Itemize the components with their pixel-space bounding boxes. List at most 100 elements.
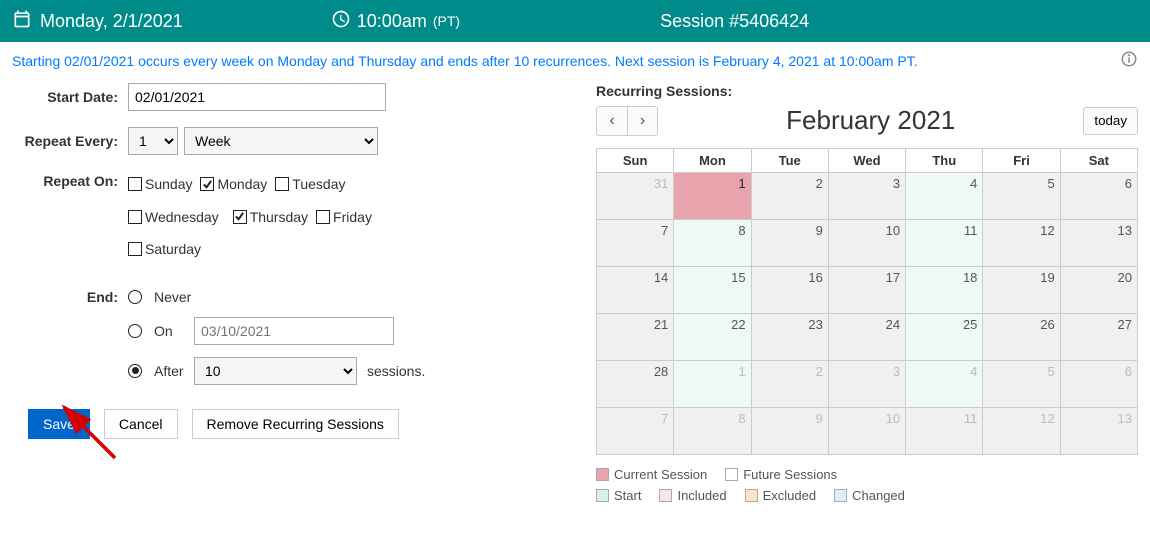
calendar-day-cell[interactable]: 3	[828, 173, 905, 220]
calendar-day-cell[interactable]: 23	[751, 314, 828, 361]
day-checkbox-friday[interactable]: Friday	[316, 204, 372, 231]
legend-swatch	[659, 489, 672, 502]
calendar-day-cell[interactable]: 25	[906, 314, 983, 361]
legend-swatch	[596, 489, 609, 502]
calendar-today-button[interactable]: today	[1083, 107, 1138, 135]
calendar-day-cell[interactable]: 12	[983, 408, 1060, 455]
legend-swatch	[725, 468, 738, 481]
end-after-count-select[interactable]: 10	[194, 357, 357, 385]
header-time: 10:00am	[357, 11, 427, 32]
calendar-day-cell[interactable]: 11	[906, 408, 983, 455]
calendar-day-cell[interactable]: 15	[674, 267, 751, 314]
legend-label: Current Session	[614, 467, 707, 482]
day-label: Saturday	[145, 236, 201, 263]
legend-swatch	[834, 489, 847, 502]
calendar-day-cell[interactable]: 5	[983, 361, 1060, 408]
day-checkbox-saturday[interactable]: Saturday	[128, 236, 201, 263]
end-on-date-input[interactable]	[194, 317, 394, 345]
save-button[interactable]: Save	[28, 409, 90, 439]
end-after-label: After	[154, 363, 188, 379]
calendar-icon	[12, 9, 32, 34]
calendar-day-cell[interactable]: 28	[597, 361, 674, 408]
header-session: Session #5406424	[660, 11, 809, 31]
end-after-suffix: sessions.	[367, 363, 425, 379]
start-date-label: Start Date:	[12, 89, 128, 105]
legend-swatch	[745, 489, 758, 502]
calendar-day-cell[interactable]: 14	[597, 267, 674, 314]
legend-label: Start	[614, 488, 641, 503]
calendar-day-cell[interactable]: 13	[1060, 408, 1137, 455]
day-checkbox-thursday[interactable]: Thursday	[233, 204, 308, 231]
calendar-day-cell[interactable]: 16	[751, 267, 828, 314]
calendar-day-cell[interactable]: 1	[674, 173, 751, 220]
calendar-day-cell[interactable]: 1	[674, 361, 751, 408]
calendar-day-cell[interactable]: 4	[906, 173, 983, 220]
calendar-day-cell[interactable]: 9	[751, 220, 828, 267]
remove-recurring-button[interactable]: Remove Recurring Sessions	[192, 409, 399, 439]
calendar-day-cell[interactable]: 2	[751, 361, 828, 408]
legend-item: Excluded	[745, 488, 816, 503]
end-after-radio[interactable]	[128, 364, 142, 378]
calendar-day-cell[interactable]: 6	[1060, 173, 1137, 220]
calendar-day-cell[interactable]: 31	[597, 173, 674, 220]
calendar-grid: SunMonTueWedThuFriSat 311234567891011121…	[596, 148, 1138, 455]
calendar-day-cell[interactable]: 21	[597, 314, 674, 361]
legend-label: Included	[677, 488, 726, 503]
calendar-day-cell[interactable]: 4	[906, 361, 983, 408]
recurrence-summary: Starting 02/01/2021 occurs every week on…	[12, 53, 918, 69]
calendar-day-cell[interactable]: 7	[597, 220, 674, 267]
calendar-day-cell[interactable]: 7	[597, 408, 674, 455]
end-label: End:	[12, 289, 128, 305]
end-never-radio[interactable]	[128, 290, 142, 304]
legend-label: Changed	[852, 488, 905, 503]
calendar-day-cell[interactable]: 8	[674, 220, 751, 267]
end-on-radio[interactable]	[128, 324, 142, 338]
end-never-label: Never	[154, 289, 191, 305]
calendar-day-cell[interactable]: 18	[906, 267, 983, 314]
calendar-day-cell[interactable]: 10	[828, 220, 905, 267]
calendar-day-cell[interactable]: 12	[983, 220, 1060, 267]
calendar-day-cell[interactable]: 10	[828, 408, 905, 455]
calendar-day-cell[interactable]: 6	[1060, 361, 1137, 408]
header-date: Monday, 2/1/2021	[40, 11, 183, 32]
calendar-day-cell[interactable]: 11	[906, 220, 983, 267]
calendar-day-cell[interactable]: 27	[1060, 314, 1137, 361]
legend-swatch	[596, 468, 609, 481]
calendar-weekday-header: Thu	[906, 149, 983, 173]
day-checkbox-wednesday[interactable]: Wednesday	[128, 204, 219, 231]
calendar-weekday-header: Sun	[597, 149, 674, 173]
legend-item: Current Session	[596, 467, 707, 482]
repeat-count-select[interactable]: 1	[128, 127, 178, 155]
info-icon[interactable]	[1120, 50, 1138, 71]
day-label: Wednesday	[145, 204, 219, 231]
calendar-next-button[interactable]: ›	[627, 107, 657, 135]
day-checkbox-monday[interactable]: Monday	[200, 171, 267, 198]
repeat-unit-select[interactable]: Week	[184, 127, 378, 155]
day-checkbox-sunday[interactable]: Sunday	[128, 171, 192, 198]
recurring-sessions-title: Recurring Sessions:	[596, 83, 1138, 99]
calendar-day-cell[interactable]: 19	[983, 267, 1060, 314]
legend-label: Future Sessions	[743, 467, 837, 482]
day-label: Monday	[217, 171, 267, 198]
calendar-day-cell[interactable]: 24	[828, 314, 905, 361]
calendar-day-cell[interactable]: 2	[751, 173, 828, 220]
calendar-day-cell[interactable]: 26	[983, 314, 1060, 361]
cancel-button[interactable]: Cancel	[104, 409, 178, 439]
calendar-day-cell[interactable]: 3	[828, 361, 905, 408]
day-checkbox-tuesday[interactable]: Tuesday	[275, 171, 345, 198]
calendar-day-cell[interactable]: 17	[828, 267, 905, 314]
calendar-day-cell[interactable]: 8	[674, 408, 751, 455]
clock-icon	[331, 9, 351, 34]
calendar-prev-button[interactable]: ‹	[597, 107, 627, 135]
calendar-day-cell[interactable]: 5	[983, 173, 1060, 220]
calendar-weekday-header: Fri	[983, 149, 1060, 173]
calendar-month-label: February 2021	[658, 105, 1083, 136]
day-label: Friday	[333, 204, 372, 231]
calendar-day-cell[interactable]: 9	[751, 408, 828, 455]
repeat-every-label: Repeat Every:	[12, 133, 128, 149]
end-on-label: On	[154, 323, 188, 339]
calendar-day-cell[interactable]: 13	[1060, 220, 1137, 267]
calendar-day-cell[interactable]: 22	[674, 314, 751, 361]
start-date-input[interactable]	[128, 83, 386, 111]
calendar-day-cell[interactable]: 20	[1060, 267, 1137, 314]
